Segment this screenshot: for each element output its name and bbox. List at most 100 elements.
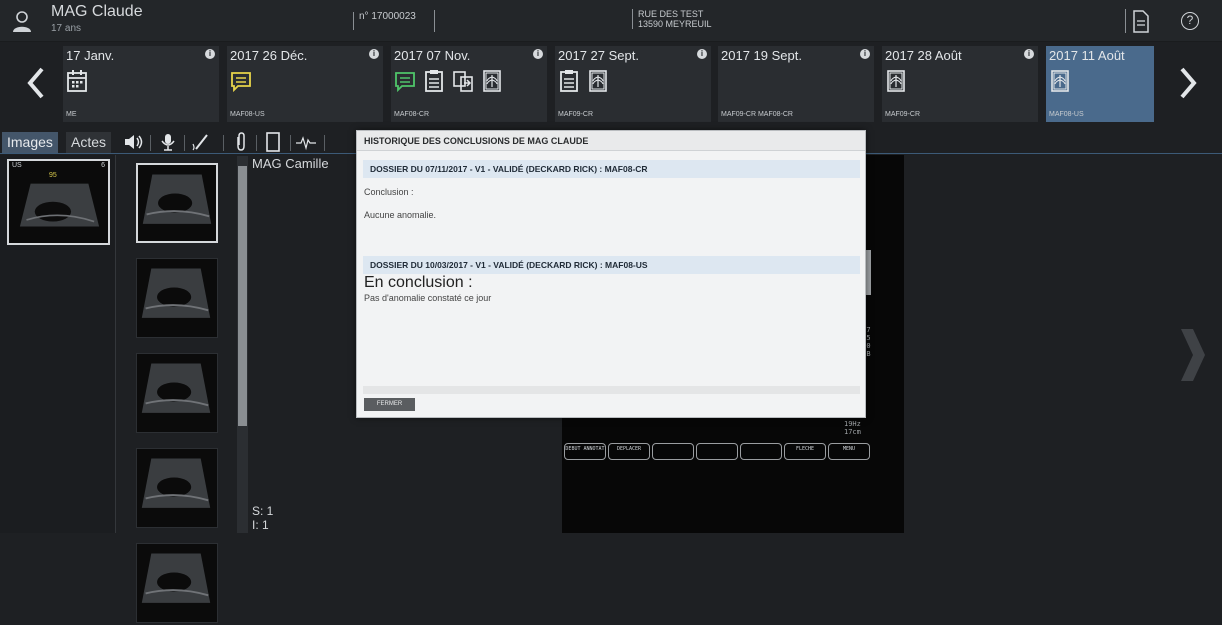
timeline-card[interactable]: 2017 28 Août i MAF09-CR: [882, 46, 1038, 122]
scanner-button[interactable]: [652, 443, 694, 460]
depth-label: 17cm: [844, 428, 861, 436]
exam-date: 17 Janv.: [66, 48, 115, 63]
tool-divider: [256, 135, 257, 151]
exam-icons: [66, 69, 88, 95]
close-button[interactable]: FERMER: [364, 398, 415, 411]
scanner-button-row: DEBUT ANNOTAT DEPLACER FLECHE MENU: [564, 443, 884, 460]
tab-images[interactable]: Images: [2, 132, 58, 153]
waveform-icon[interactable]: [295, 132, 317, 152]
info-icon[interactable]: i: [533, 49, 543, 59]
scanner-button[interactable]: DEBUT ANNOTAT: [564, 443, 606, 460]
ultrasound-image: [141, 363, 211, 413]
timeline-card[interactable]: 2017 27 Sept. i MAF09-CR: [555, 46, 711, 122]
patient-age: 17 ans: [51, 23, 82, 34]
timeline-card[interactable]: 2017 07 Nov. i MAF08-CR: [391, 46, 547, 122]
info-icon[interactable]: i: [860, 49, 870, 59]
timeline-card[interactable]: 2017 19 Sept. i MAF09-CR MAF08-CR: [718, 46, 874, 122]
section-header: DOSSIER DU 07/11/2017 - V1 - VALIDÉ (DEC…: [363, 160, 860, 178]
header-divider: [434, 10, 435, 32]
page-icon[interactable]: [262, 132, 284, 152]
scanner-button[interactable]: [740, 443, 782, 460]
image-thumbnails: [117, 155, 237, 623]
xray-icon[interactable]: [481, 69, 503, 95]
image-thumbnail[interactable]: [136, 448, 218, 528]
info-icon[interactable]: i: [205, 49, 215, 59]
conclusion-label: Conclusion :: [364, 187, 414, 197]
modality-label: US: [12, 162, 22, 169]
exam-icons: [885, 69, 907, 95]
exam-date: 2017 19 Sept.: [721, 48, 802, 63]
scanner-button[interactable]: [696, 443, 738, 460]
document-button[interactable]: [1125, 9, 1149, 33]
exam-timeline: 17 Janv. i ME 2017 26 Déc. i MAF08-US 2017 07 …: [0, 43, 1222, 125]
info-icon[interactable]: i: [369, 49, 379, 59]
patient-number: n° 17000023: [353, 12, 416, 30]
exam-codes: MAF09-CR: [558, 111, 594, 118]
exam-icons: [1049, 69, 1071, 95]
scanner-button[interactable]: MENU: [828, 443, 870, 460]
patient-name: MAG Claude: [51, 3, 143, 20]
timeline-card[interactable]: 2017 26 Déc. i MAF08-US: [227, 46, 383, 122]
next-image-button[interactable]: [1177, 325, 1207, 385]
freq-label: 19Hz: [844, 420, 861, 428]
microphone-icon[interactable]: [157, 132, 179, 152]
calendar-icon[interactable]: [66, 69, 88, 95]
speaker-icon[interactable]: [123, 132, 145, 152]
ultrasound-image: [141, 268, 211, 318]
tool-divider: [223, 135, 224, 151]
transfer-icon[interactable]: [452, 69, 474, 95]
report-icon[interactable]: [558, 69, 580, 95]
info-icon[interactable]: i: [1024, 49, 1034, 59]
exam-codes: MAF09-CR MAF08-CR: [721, 111, 793, 118]
scroll-thumb[interactable]: [238, 166, 247, 426]
thumbnail-scrollbar[interactable]: [237, 156, 248, 533]
image-thumbnail[interactable]: [136, 543, 218, 623]
conclusion-heading: En conclusion :: [364, 274, 473, 291]
exam-date: 2017 26 Déc.: [230, 48, 308, 63]
series-thumbnail[interactable]: US 6 95: [7, 159, 110, 245]
ultrasound-image: [19, 183, 100, 227]
image-thumbnail[interactable]: [136, 353, 218, 433]
dialog-title: HISTORIQUE DES CONCLUSIONS DE MAG CLAUDE: [357, 131, 865, 151]
comment-yellow-icon[interactable]: [230, 69, 252, 95]
tool-divider: [290, 135, 291, 151]
section-header: DOSSIER DU 10/03/2017 - V1 - VALIDÉ (DEC…: [363, 256, 860, 274]
timeline-prev-button[interactable]: [22, 63, 52, 103]
ultrasound-image: [141, 458, 211, 508]
exam-date: 2017 11 Août: [1049, 48, 1125, 63]
report-icon[interactable]: [423, 69, 445, 95]
exam-icons: [394, 69, 503, 95]
comment-green-icon[interactable]: [394, 69, 416, 95]
series-label: MAG Camille: [252, 156, 329, 171]
pen-icon[interactable]: [190, 132, 212, 152]
timeline-card[interactable]: 17 Janv. i ME: [63, 46, 219, 122]
scanner-button[interactable]: FLECHE: [784, 443, 826, 460]
image-thumbnail[interactable]: [136, 163, 218, 243]
info-icon[interactable]: i: [697, 49, 707, 59]
conclusion-text: Pas d'anomalie constaté ce jour: [364, 293, 492, 303]
tool-divider: [150, 135, 151, 151]
paperclip-icon[interactable]: [230, 132, 252, 152]
right-area: [904, 155, 1222, 533]
timeline-card[interactable]: 2017 11 Août MAF08-US: [1046, 46, 1154, 122]
xray-icon[interactable]: [1049, 69, 1071, 95]
scanner-button[interactable]: DEPLACER: [608, 443, 650, 460]
timeline-next-button[interactable]: [1172, 63, 1202, 103]
exam-codes: MAF08-US: [230, 111, 265, 118]
exam-date: 2017 27 Sept.: [558, 48, 639, 63]
help-button[interactable]: ?: [1181, 12, 1199, 30]
patient-address: RUE DES TEST 13590 MEYREUIL: [632, 9, 712, 29]
exam-icons: [558, 69, 609, 95]
tab-actes[interactable]: Actes: [66, 132, 112, 153]
conclusion-text: Aucune anomalie.: [364, 210, 437, 220]
exam-codes: MAF08-CR: [394, 111, 430, 118]
xray-icon[interactable]: [885, 69, 907, 95]
address-line1: RUE DES TEST: [638, 9, 704, 19]
xray-icon[interactable]: [587, 69, 609, 95]
question-icon: ?: [1186, 13, 1194, 27]
exam-date: 2017 28 Août: [885, 48, 962, 63]
patient-header: MAG Claude 17 ans n° 17000023 RUE DES TE…: [0, 0, 1222, 42]
image-thumbnail[interactable]: [136, 258, 218, 338]
address-line2: 13590 MEYREUIL: [638, 19, 712, 29]
series-i-value: I: 1: [252, 518, 269, 532]
